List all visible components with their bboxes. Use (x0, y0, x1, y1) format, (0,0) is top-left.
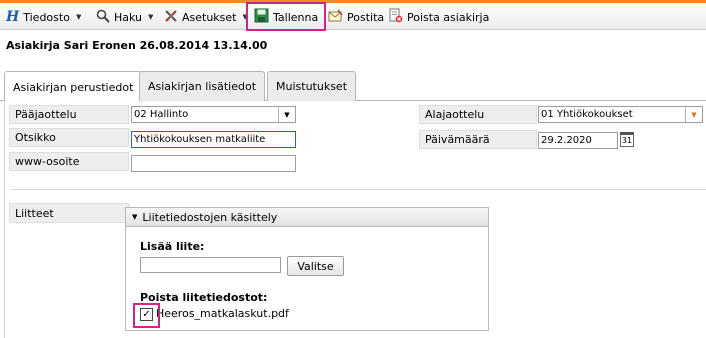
sub-category-label: Alajaottelu (419, 105, 537, 124)
subject-value: Yhtiökokouksen matkaliite (134, 134, 266, 145)
date-label: Päivämäärä (419, 130, 537, 149)
tab-muistutukset[interactable]: Muistutukset (267, 71, 357, 101)
chevron-down-icon: ▼ (278, 107, 295, 122)
delete-document-label: Poista asiakirja (407, 10, 490, 24)
main-category-select[interactable]: 02 Hallinto ▼ (131, 106, 296, 123)
main-category-value: 02 Hallinto (134, 109, 189, 120)
subject-input[interactable]: Yhtiökokouksen matkaliite (131, 131, 296, 148)
choose-file-button[interactable]: Valitse (287, 256, 344, 276)
menu-tiedosto-label: Tiedosto (23, 10, 70, 24)
attachment-file-name: Heeros_matkalaskut.pdf (156, 307, 289, 320)
chevron-down-icon: ▼ (75, 13, 82, 21)
add-attachment-label: Lisää liite: (140, 240, 205, 253)
menu-asetukset-label: Asetukset (182, 10, 237, 24)
delete-document-icon (388, 8, 403, 26)
page-title: Asiakirja Sari Eronen 26.08.2014 13.14.0… (6, 39, 268, 52)
search-icon (96, 9, 110, 26)
logo-icon: H (6, 9, 20, 25)
checkbox-highlight-frame (133, 303, 160, 328)
sub-category-value: 01 Yhtiökokoukset (541, 109, 633, 120)
date-input[interactable]: 29.2.2020 (538, 132, 618, 149)
menu-asetukset[interactable]: Asetukset ▼ (164, 7, 248, 27)
tab-lisatiedot[interactable]: Asiakirjan lisätiedot (139, 71, 266, 101)
mail-label: Postita (347, 10, 385, 24)
toolbar: H Tiedosto ▼ Haku ▼ Asetukset ▼ Tallenna… (0, 3, 706, 30)
tab-bar: Asiakirjan perustiedot Asiakirjan lisäti… (0, 69, 706, 102)
www-label: www-osoite (9, 152, 129, 171)
attachments-label: Liitteet (9, 203, 129, 223)
delete-document-button[interactable]: Poista asiakirja (388, 7, 489, 27)
panel-title: Liitetiedostojen käsittely (142, 210, 278, 224)
mail-button[interactable]: Postita (328, 7, 384, 27)
subject-label: Otsikko (9, 128, 129, 147)
file-input[interactable] (140, 257, 281, 273)
collapse-icon: ▼ (132, 213, 138, 221)
settings-icon (164, 9, 178, 26)
mail-icon (328, 9, 343, 26)
menu-haku-label: Haku (114, 10, 143, 24)
chevron-down-icon: ▼ (685, 107, 702, 122)
save-highlight-frame (246, 2, 326, 31)
date-value: 29.2.2020 (541, 135, 592, 146)
www-input[interactable] (131, 155, 296, 172)
menu-tiedosto[interactable]: H Tiedosto ▼ (6, 7, 81, 27)
calendar-icon[interactable]: 31 (620, 132, 634, 147)
menu-haku[interactable]: Haku ▼ (96, 7, 153, 27)
attachments-panel: ▼ Liitetiedostojen käsittely Lisää liite… (125, 207, 489, 331)
tab-perustiedot[interactable]: Asiakirjan perustiedot (4, 71, 143, 102)
main-category-label: Pääjaottelu (9, 105, 129, 124)
attachments-panel-header[interactable]: ▼ Liitetiedostojen käsittely (126, 208, 488, 227)
sub-category-select[interactable]: 01 Yhtiökokoukset ▼ (538, 106, 703, 123)
divider (11, 189, 706, 190)
chevron-down-icon: ▼ (148, 13, 154, 21)
